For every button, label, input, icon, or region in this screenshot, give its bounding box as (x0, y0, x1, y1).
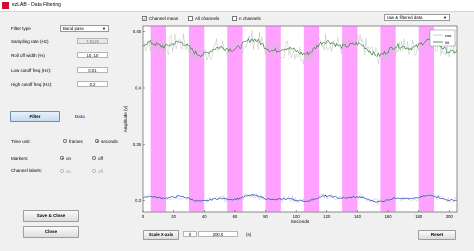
x-min-field[interactable]: 0 (183, 231, 197, 237)
y-axis-label: Amplitude (v) (123, 105, 128, 132)
x-tick-label: 40 (202, 214, 207, 219)
time-unit-label: Time unit: (11, 139, 31, 144)
marker-band (380, 26, 396, 212)
high-cutoff-field[interactable]: 0.2 (77, 81, 108, 87)
window-title: ezLAB - Data Filtering (12, 2, 61, 8)
rolloff-field[interactable]: 10, 10 (77, 52, 108, 58)
filter-type-label: Filter type (11, 26, 31, 31)
n-channels-checkbox[interactable] (232, 16, 237, 21)
chevron-down-icon: ▼ (443, 15, 447, 20)
legend-filt-label: filt (445, 40, 450, 45)
filtered-trace-lower (142, 194, 457, 203)
time-unit-frames-label: frames (69, 139, 83, 144)
marker-band (265, 26, 281, 212)
y-tick-label: 0.45 (133, 29, 142, 34)
marker-band (342, 26, 358, 212)
close-button[interactable]: Close (23, 226, 79, 238)
save-close-button[interactable]: Save & Close (23, 210, 79, 222)
x-tick-label: 80 (263, 214, 268, 219)
n-channels-label: n channels (239, 16, 261, 21)
marker-band (150, 26, 166, 212)
channel-labels-label: Channel labels: (11, 168, 43, 173)
time-unit-seconds-label: seconds (101, 139, 118, 144)
markers-label: Markers: (11, 156, 29, 161)
channel-mean-checkbox[interactable]: ✓ (142, 16, 147, 21)
view-select[interactable]: raw & filtered data ▼ (384, 14, 450, 21)
view-select-value: raw & filtered data (387, 15, 423, 20)
filter-button[interactable]: Filter (10, 111, 60, 122)
x-unit-label: (s) (246, 232, 252, 237)
x-axis-label: Seconds (291, 219, 310, 225)
high-cutoff-label: High cutoff freq (Hz): (11, 82, 53, 87)
time-unit-seconds-radio[interactable] (95, 139, 99, 143)
channel-labels-on-label: on (66, 169, 72, 174)
markers-off-label: off (98, 156, 103, 161)
marker-band (227, 26, 243, 212)
filter-type-value: Band pass (63, 26, 84, 31)
y-tick-label: 0.3 (135, 198, 141, 203)
x-tick-label: 0 (142, 214, 145, 219)
y-tick-label: 0.35 (133, 142, 142, 147)
x-tick-label: 100 (293, 214, 301, 219)
filter-type-select[interactable]: Band pass ▼ (60, 25, 109, 32)
y-tick-label: 0.4 (135, 86, 141, 91)
channel-labels-off-radio[interactable] (92, 169, 96, 173)
sampling-rate-field: 7.8125 (77, 38, 108, 44)
filtered-trace-upper (142, 37, 457, 58)
x-tick-label: 200 (446, 214, 454, 219)
x-tick-label: 60 (233, 214, 238, 219)
raw-trace-upper (142, 30, 457, 65)
all-channels-checkbox[interactable] (188, 16, 193, 21)
marker-band (418, 26, 435, 212)
marker-band (303, 26, 320, 212)
low-cutoff-label: Low cutoff freq (Hz): (11, 68, 52, 73)
x-tick-label: 140 (354, 214, 362, 219)
channel-labels-off-label: off (98, 169, 103, 174)
data-link[interactable]: Data (75, 114, 85, 119)
legend: raw filt (429, 29, 456, 47)
marker-band (188, 26, 205, 212)
x-max-field[interactable]: 200.0 (198, 231, 238, 237)
raw-trace-lower (142, 191, 457, 205)
title-bar: ezLAB - Data Filtering (0, 0, 474, 12)
x-tick-label: 120 (323, 214, 331, 219)
chevron-down-icon: ▼ (102, 26, 106, 31)
sampling-rate-label: Sampling rate (Hz) (11, 39, 49, 44)
markers-on-radio[interactable] (60, 156, 64, 160)
channel-mean-label: Channel mean (149, 16, 179, 21)
app-icon (2, 2, 9, 9)
legend-raw-label: raw (445, 33, 452, 38)
markers-off-radio[interactable] (92, 156, 96, 160)
channel-labels-on-radio[interactable] (60, 169, 64, 173)
reset-button[interactable]: Reset (418, 230, 456, 240)
x-tick-label: 160 (385, 214, 393, 219)
rolloff-label: Roll off width (%) (11, 53, 45, 58)
scale-x-axis-button[interactable]: Scale X-axis (143, 230, 179, 240)
all-channels-label: All channels (195, 16, 220, 21)
plot-area (142, 25, 458, 213)
low-cutoff-field[interactable]: 0.01 (77, 67, 108, 73)
x-tick-label: 180 (415, 214, 423, 219)
markers-on-label: on (66, 156, 72, 161)
time-unit-frames-radio[interactable] (63, 139, 67, 143)
x-tick-label: 20 (171, 214, 176, 219)
